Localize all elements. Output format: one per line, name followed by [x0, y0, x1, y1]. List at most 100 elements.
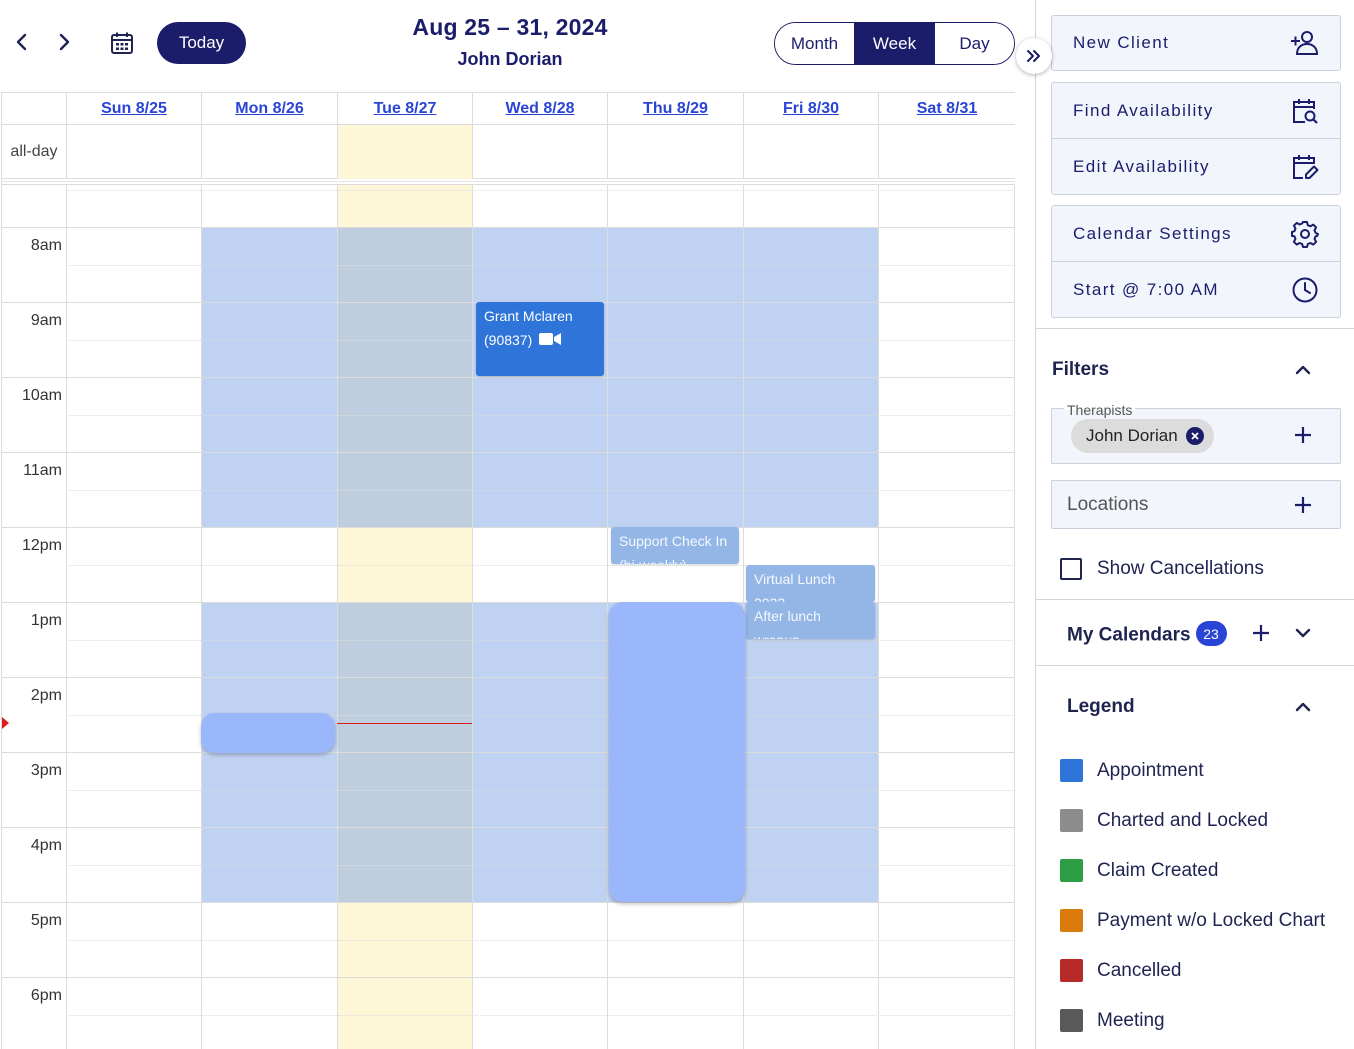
all-day-row: all-day [2, 125, 1015, 179]
remove-therapist-button[interactable] [1185, 427, 1204, 445]
locations-placeholder: Locations [1067, 494, 1149, 515]
all-day-label: all-day [10, 143, 58, 160]
add-therapist-button[interactable] [1290, 422, 1316, 448]
day-header-wed[interactable]: Wed 8/28 [472, 93, 607, 125]
legend-item-payment-no-chart: Payment w/o Locked Chart [1060, 909, 1325, 932]
event-title: Virtual Lunch [754, 571, 836, 587]
filters-title: Filters [1052, 359, 1110, 380]
day-header-mon[interactable]: Mon 8/26 [201, 93, 337, 125]
calendar-icon [111, 32, 133, 54]
today-button[interactable]: Today [157, 22, 246, 64]
therapist-chip: John Dorian [1071, 419, 1214, 453]
find-availability-button[interactable]: Find Availability [1051, 82, 1341, 139]
legend-swatch [1060, 909, 1083, 932]
locations-field[interactable]: Locations [1051, 480, 1341, 529]
hour-label: 6pm [30, 987, 62, 1004]
all-day-cell[interactable] [743, 125, 878, 179]
event-meeting[interactable]: Virtual Lunch 2022 [746, 565, 875, 602]
all-day-cell-today[interactable] [337, 125, 472, 179]
event-detail: 2022 [754, 592, 867, 602]
next-week-button[interactable] [49, 27, 79, 57]
all-day-cell[interactable] [66, 125, 201, 179]
calendar-settings-label: Calendar Settings [1073, 223, 1232, 243]
legend-item-charted-locked: Charted and Locked [1060, 809, 1268, 832]
my-calendars-title: My Calendars 23 [1067, 621, 1227, 647]
my-calendars-expand-button[interactable] [1291, 621, 1315, 645]
all-day-cell[interactable] [201, 125, 337, 179]
current-time-marker [2, 717, 9, 729]
collapse-sidebar-button[interactable] [1016, 38, 1052, 74]
calendar-search-icon [1290, 96, 1320, 126]
event-block[interactable] [609, 602, 745, 902]
event-meeting[interactable]: Support Check In (bi-weekly) [611, 527, 739, 564]
time-grid[interactable]: 8am 9am 10am 11am 12pm 1pm 2pm 3pm 4pm 5… [2, 185, 1015, 1049]
chevron-up-icon [1295, 702, 1311, 712]
therapist-subtitle: John Dorian [457, 49, 563, 69]
all-day-cell[interactable] [878, 125, 1015, 179]
event-appointment[interactable]: Grant Mclaren (90837) [476, 302, 604, 376]
clock-icon [1290, 275, 1320, 305]
legend-label: Payment w/o Locked Chart [1097, 909, 1326, 931]
plus-icon [1295, 427, 1311, 443]
edit-availability-button[interactable]: Edit Availability [1051, 138, 1341, 195]
my-calendars-label: My Calendars [1067, 624, 1191, 646]
week-view-button[interactable]: Week [855, 23, 935, 64]
video-camera-icon [539, 332, 562, 345]
start-time-button[interactable]: Start @ 7:00 AM [1051, 261, 1341, 318]
legend-swatch [1060, 759, 1083, 782]
hour-label: 9am [30, 312, 62, 329]
legend-title: Legend [1067, 696, 1135, 717]
day-header-sat[interactable]: Sat 8/31 [878, 93, 1015, 125]
new-client-button[interactable]: New Client [1051, 15, 1341, 71]
day-header-fri[interactable]: Fri 8/30 [743, 93, 878, 125]
add-calendar-button[interactable] [1248, 620, 1274, 646]
legend-item-cancelled: Cancelled [1060, 959, 1182, 982]
day-header-row: Sun 8/25 Mon 8/26 Tue 8/27 Wed 8/28 Thu … [2, 92, 1015, 125]
day-header-thu[interactable]: Thu 8/29 [607, 93, 743, 125]
hour-label: 4pm [30, 837, 62, 854]
week-calendar: Sun 8/25 Mon 8/26 Tue 8/27 Wed 8/28 Thu … [1, 92, 1015, 1049]
day-header-sun[interactable]: Sun 8/25 [66, 93, 201, 125]
all-day-cell[interactable] [607, 125, 743, 179]
legend-label: Charted and Locked [1097, 809, 1269, 831]
calendar-edit-icon [1290, 152, 1320, 182]
hour-label: 5pm [30, 912, 62, 929]
event-title: Grant Mclaren [484, 308, 573, 324]
legend-label: Claim Created [1097, 859, 1219, 881]
legend-swatch [1060, 859, 1083, 882]
plus-icon [1253, 625, 1269, 641]
date-picker-button[interactable] [107, 28, 137, 58]
hour-label: 10am [21, 387, 62, 404]
legend-collapse-button[interactable] [1291, 695, 1315, 719]
plus-icon [1295, 497, 1311, 513]
add-person-icon [1290, 28, 1320, 58]
all-day-cell[interactable] [472, 125, 607, 179]
month-view-button[interactable]: Month [775, 23, 855, 64]
therapists-field-label: Therapists [1064, 402, 1136, 418]
event-detail: (bi-weekly) [619, 554, 731, 564]
therapist-chip-label: John Dorian [1086, 426, 1178, 445]
legend-label: Cancelled [1097, 959, 1182, 981]
event-title: After lunch [754, 608, 821, 624]
calendar-settings-button[interactable]: Calendar Settings [1051, 205, 1341, 262]
show-cancellations-label[interactable]: Show Cancellations [1097, 558, 1264, 580]
hour-label: 8am [30, 237, 62, 254]
calendar-sidebar: New Client Find Availability Edit Availa… [1035, 0, 1354, 1049]
day-header-tue[interactable]: Tue 8/27 [337, 93, 472, 125]
event-meeting[interactable]: After lunch wrapup [746, 602, 875, 639]
legend-label: Meeting [1097, 1009, 1165, 1031]
show-cancellations-checkbox[interactable] [1060, 558, 1082, 580]
view-switcher: Month Week Day [774, 22, 1015, 65]
therapists-field[interactable]: Therapists John Dorian [1051, 402, 1341, 464]
day-view-button[interactable]: Day [935, 23, 1014, 64]
close-icon [1191, 432, 1199, 440]
previous-week-button[interactable] [7, 27, 37, 57]
find-availability-label: Find Availability [1073, 100, 1214, 120]
calendar-app: Today Aug 25 – 31, 2024 John Dorian Mont… [0, 0, 1354, 1049]
legend-swatch [1060, 959, 1083, 982]
event-block[interactable] [201, 713, 335, 753]
hour-label: 2pm [30, 687, 62, 704]
hour-label: 11am [23, 462, 62, 479]
add-location-button[interactable] [1290, 492, 1316, 518]
filters-collapse-button[interactable] [1291, 358, 1315, 382]
